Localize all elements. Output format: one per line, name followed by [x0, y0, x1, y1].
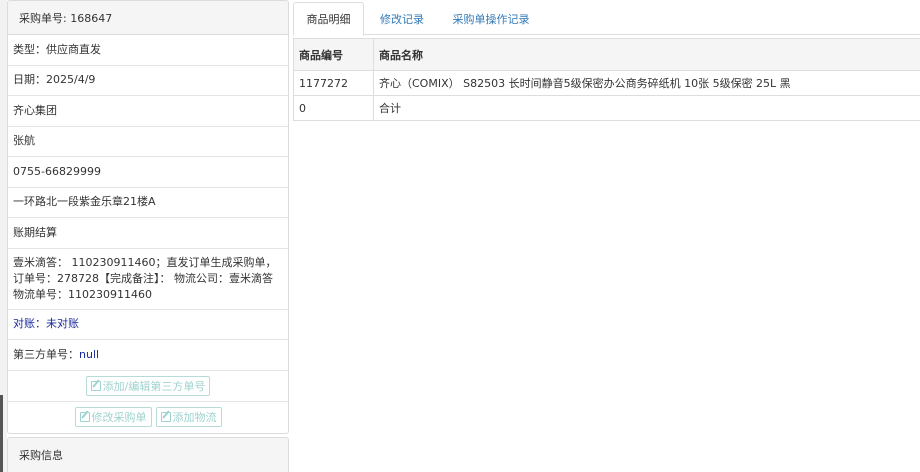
settlement-type: 账期结算: [8, 218, 288, 249]
reconcile-status: 对账： 未对账: [8, 310, 288, 340]
contact-name: 张航: [8, 127, 288, 157]
third-party-number: 第三方单号： null: [8, 340, 288, 371]
edit-third-party-button-label: 添加/编辑第三方单号: [102, 379, 206, 393]
left-edge-strip: [0, 0, 7, 472]
order-actions-row: 修改采购单 添加物流: [8, 402, 288, 433]
third-party-button-row: 添加/编辑第三方单号: [8, 371, 288, 402]
edit-third-party-button[interactable]: 添加/编辑第三方单号: [85, 375, 211, 396]
order-info-panel: 采购单号: 168647 类型：供应商直发 日期：2025/4/9 齐心集团 张…: [7, 0, 289, 434]
table-row-total: 0 合计: [294, 96, 920, 120]
cell-product-name: 齐心（COMIX） S82503 长时间静音5级保密办公商务碎纸机 10张 5级…: [379, 77, 791, 90]
edit-order-button-label: 修改采购单: [91, 411, 147, 424]
tab-operation-log[interactable]: 采购单操作记录: [441, 2, 541, 36]
tab-operation-log-label: 采购单操作记录: [452, 13, 530, 26]
order-number-heading: 采购单号: 168647: [8, 1, 288, 35]
tab-product-details-label: 商品明细: [306, 13, 351, 26]
reconcile-label: 对账：: [13, 317, 46, 331]
detail-tabs: 商品明细 修改记录 采购单操作记录: [293, 0, 920, 36]
third-party-label: 第三方单号：: [13, 347, 79, 361]
order-date: 日期：2025/4/9: [8, 66, 288, 96]
cell-total-code: 0: [294, 96, 374, 120]
third-party-value: null: [79, 347, 100, 361]
reconcile-value: 未对账: [46, 317, 79, 331]
edit-order-button[interactable]: 修改采购单: [74, 407, 152, 427]
contact-phone: 0755-66829999: [8, 157, 288, 188]
add-logistics-button[interactable]: 添加物流: [155, 407, 222, 427]
address: 一环路北一段紫金乐章21楼A: [8, 188, 288, 218]
purchase-info-title: 采购信息: [19, 448, 63, 462]
add-logistics-button-label: 添加物流: [172, 411, 217, 424]
purchase-info-panel: 采购信息: [7, 437, 289, 472]
left-edge-dark-bar: [0, 395, 3, 472]
tab-edit-history[interactable]: 修改记录: [367, 2, 437, 36]
order-remark: 壹米滴答： 110230911460；直发订单生成采购单，订单号：278728【…: [8, 249, 288, 310]
tab-product-details[interactable]: 商品明细: [293, 2, 364, 36]
tab-edit-history-label: 修改记录: [380, 13, 424, 26]
supplier-company: 齐心集团: [8, 96, 288, 127]
table-header-row: 商品编号 商品名称: [294, 39, 920, 71]
cell-product-code: 1177272: [294, 71, 374, 95]
product-table: 商品编号 商品名称 1177272 齐心（COMIX） S82503 长时间静音…: [293, 38, 920, 121]
order-type: 类型：供应商直发: [8, 35, 288, 66]
edit-icon: [90, 380, 101, 391]
cell-total-label: 合计: [379, 102, 401, 115]
edit-icon: [79, 412, 90, 422]
column-header-name: 商品名称: [374, 39, 920, 70]
column-header-code: 商品编号: [294, 39, 374, 70]
edit-icon: [160, 412, 171, 422]
table-row: 1177272 齐心（COMIX） S82503 长时间静音5级保密办公商务碎纸…: [294, 71, 920, 96]
